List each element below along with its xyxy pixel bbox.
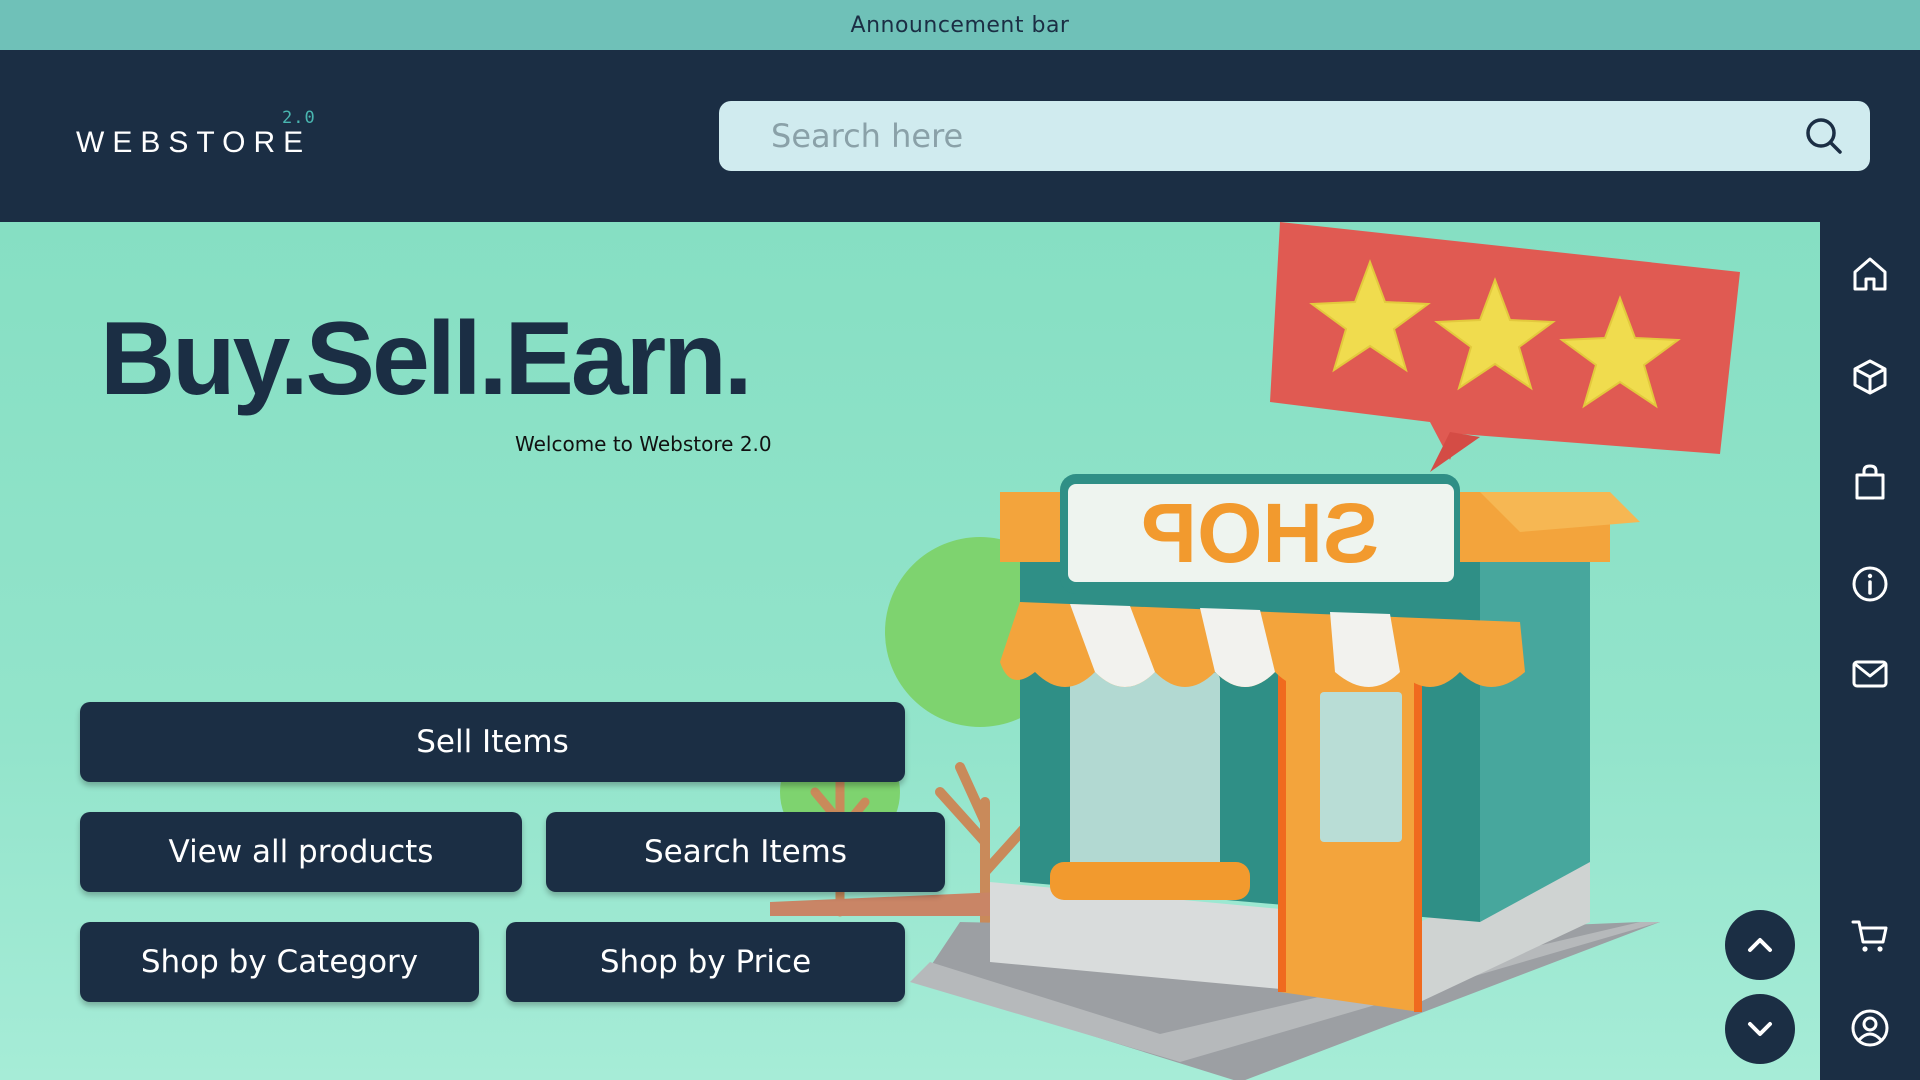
- shop-by-category-button[interactable]: Shop by Category: [80, 922, 479, 1002]
- logo-version: 2.0: [282, 108, 316, 128]
- shop-by-price-button[interactable]: Shop by Price: [506, 922, 905, 1002]
- search-input[interactable]: [771, 101, 1771, 171]
- box-icon[interactable]: [1850, 357, 1890, 397]
- view-all-products-button[interactable]: View all products: [80, 812, 522, 892]
- search-items-button[interactable]: Search Items: [546, 812, 945, 892]
- sell-items-button[interactable]: Sell Items: [80, 702, 905, 782]
- hero-subtitle: Welcome to Webstore 2.0: [515, 432, 772, 456]
- home-icon[interactable]: [1850, 254, 1890, 294]
- info-icon[interactable]: [1850, 564, 1890, 604]
- search-bar: [719, 101, 1870, 171]
- scroll-down-button[interactable]: [1725, 994, 1795, 1064]
- mail-icon[interactable]: [1850, 654, 1890, 694]
- shop-illustration: SHOP: [770, 222, 1740, 1080]
- rating-badge-illustration: [1270, 222, 1740, 472]
- scroll-up-button[interactable]: [1725, 910, 1795, 980]
- side-nav: [1820, 222, 1920, 1080]
- hero-section: SHOP Buy.Sell.Earn. Welcome to Webstore …: [0, 222, 1820, 1080]
- search-icon[interactable]: [1804, 116, 1844, 156]
- shopping-bag-icon[interactable]: [1850, 462, 1890, 502]
- user-circle-icon[interactable]: [1850, 1008, 1890, 1048]
- chevron-down-icon: [1748, 1022, 1772, 1036]
- hero-headline: Buy.Sell.Earn.: [100, 301, 753, 417]
- announcement-text: Announcement bar: [850, 12, 1070, 38]
- chevron-up-icon: [1748, 938, 1772, 952]
- logo-text: WEBSTORE: [76, 126, 312, 159]
- shop-sign-text: SHOP: [1141, 486, 1379, 580]
- cart-icon[interactable]: [1850, 916, 1890, 956]
- logo[interactable]: WEBSTORE 2.0: [76, 108, 336, 168]
- announcement-bar: Announcement bar: [0, 0, 1920, 50]
